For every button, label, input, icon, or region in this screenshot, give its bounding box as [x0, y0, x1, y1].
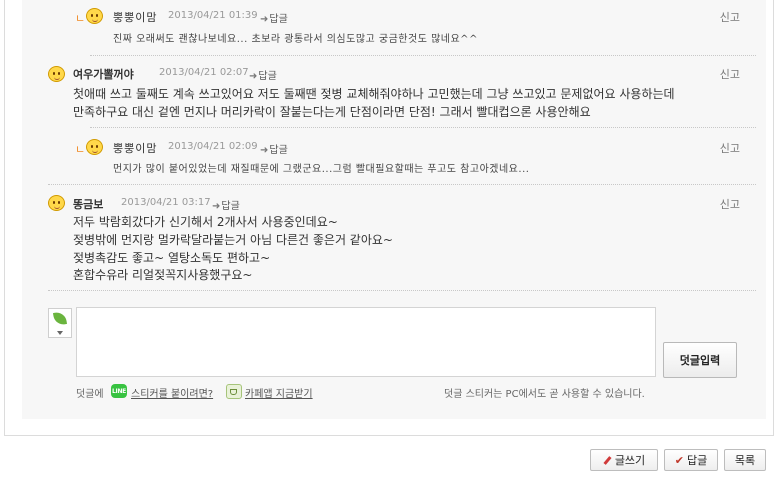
- arrow-right-icon: ➜: [249, 71, 258, 82]
- cafe-app-link[interactable]: 카페앱 지금받기: [245, 385, 313, 400]
- arrow-right-icon: ➜: [212, 201, 221, 212]
- arrow-right-icon: ➜: [260, 145, 269, 156]
- cafe-app-icon: [226, 384, 242, 399]
- reply-link[interactable]: ➜답글: [249, 67, 277, 82]
- comment-text: 만족하구요 대신 겉엔 먼지나 머리카락이 잘붙는다는게 단점이라면 단점! 그…: [73, 105, 591, 119]
- comment-date: 2013/04/21 03:17: [121, 197, 211, 208]
- comment-text: 젖병촉감도 좋고~ 열탕소독도 편하고~: [73, 251, 271, 265]
- write-post-button[interactable]: 글쓰기: [590, 449, 658, 471]
- write-post-label: 글쓰기: [614, 454, 646, 467]
- comment-text: 먼지가 많이 붙어있었는데 재질때문에 그랬군요...그럼 빨대필요할때는 푸고…: [113, 164, 530, 175]
- reply-indicator-icon: ㄴ: [75, 12, 86, 25]
- divider: [48, 290, 756, 291]
- avatar-icon: [86, 8, 103, 24]
- comment-text: 첫애때 쓰고 둘째도 계속 쓰고있어요 저도 둘째땐 젖병 교체해줘야하나 고민…: [73, 87, 675, 101]
- check-icon: ✔: [674, 453, 684, 467]
- chevron-down-icon: [57, 331, 63, 335]
- comment-nickname[interactable]: 뿡뿡이맘: [113, 9, 157, 25]
- divider: [90, 55, 756, 56]
- arrow-right-icon: ➜: [260, 14, 269, 25]
- avatar-icon: [48, 66, 65, 82]
- comment-date: 2013/04/21 02:07: [159, 67, 249, 78]
- report-link[interactable]: 신고: [720, 140, 740, 156]
- report-link[interactable]: 신고: [720, 66, 740, 82]
- reply-indicator-icon: ㄴ: [75, 143, 86, 156]
- comment-input[interactable]: [76, 307, 656, 377]
- avatar-icon: [86, 139, 103, 155]
- comment-text: 진짜 오래써도 괜찮나보네요... 초보라 광통라서 의심도많고 궁금한것도 많…: [113, 34, 478, 45]
- reply-post-button[interactable]: ✔ 답글: [664, 449, 718, 471]
- pencil-icon: [603, 456, 612, 465]
- reply-link[interactable]: ➜답글: [260, 141, 288, 156]
- list-button[interactable]: 목록: [724, 449, 766, 471]
- comment-text: 저두 박람회갔다가 신기해서 2개사서 사용중인데요~: [73, 215, 338, 229]
- comment-nickname[interactable]: 여우가뽈꺼야: [73, 66, 134, 82]
- sticker-help-link[interactable]: 스티커를 붙이려면?: [131, 385, 213, 400]
- comment-text: 젖병밖에 먼지랑 멀카락달라붙는거 아님 다른건 좋은거 같아요~: [73, 233, 393, 247]
- leaf-icon: [52, 311, 68, 326]
- reply-post-label: 답글: [686, 454, 708, 467]
- sticker-picker-button[interactable]: [48, 308, 72, 338]
- comment-date: 2013/04/21 02:09: [168, 141, 258, 152]
- reply-link[interactable]: ➜답글: [212, 197, 240, 212]
- divider: [90, 127, 756, 128]
- report-link[interactable]: 신고: [720, 196, 740, 212]
- comment-nickname[interactable]: 똥금보: [73, 196, 103, 212]
- comment-date: 2013/04/21 01:39: [168, 10, 258, 21]
- comment-nickname[interactable]: 뿡뿡이맘: [113, 140, 157, 156]
- comment-area: ㄴ 뿡뿡이맘 2013/04/21 01:39 ➜답글 신고 진짜 오래써도 괜…: [4, 0, 774, 436]
- avatar-icon: [48, 195, 65, 211]
- sticker-notice: 덧글 스티커는 PC에서도 곧 사용할 수 있습니다.: [444, 389, 645, 400]
- hint-prefix: 덧글에: [76, 389, 104, 400]
- reply-link[interactable]: ➜답글: [260, 10, 288, 25]
- comment-panel: ㄴ 뿡뿡이맘 2013/04/21 01:39 ➜답글 신고 진짜 오래써도 괜…: [22, 0, 766, 419]
- line-app-icon: LINE: [111, 384, 127, 398]
- submit-comment-button[interactable]: 덧글입력: [663, 342, 737, 378]
- comment-text: 혼합수유라 리얼젖꼭지사용했구요~: [73, 268, 253, 282]
- report-link[interactable]: 신고: [720, 9, 740, 25]
- divider: [48, 184, 756, 185]
